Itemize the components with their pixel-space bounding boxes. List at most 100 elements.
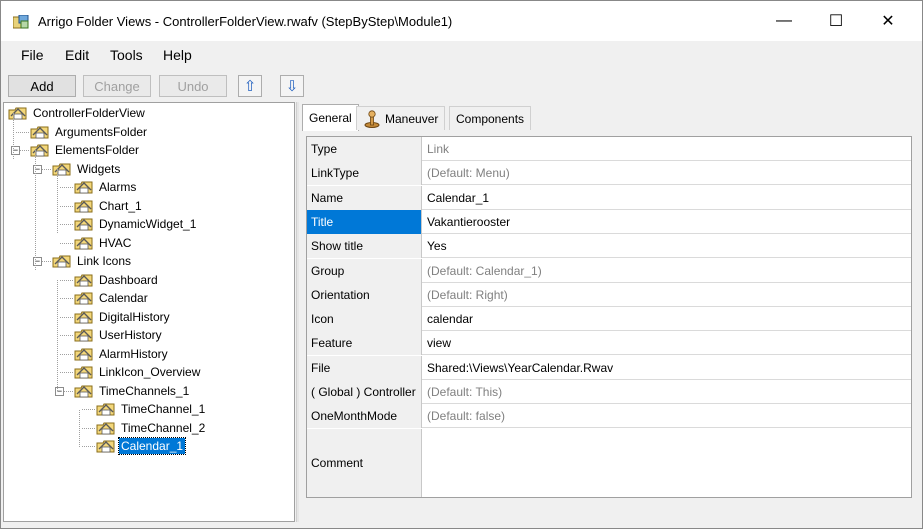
tree-item[interactable]: AlarmHistory xyxy=(74,345,170,363)
tab-maneuver-label: Maneuver xyxy=(385,111,439,126)
tree-item[interactable]: Calendar_1 xyxy=(96,437,187,455)
tree-connector xyxy=(82,409,95,410)
menu-edit[interactable]: Edit xyxy=(65,47,89,63)
property-key: File xyxy=(307,355,422,380)
property-row[interactable]: Group (Default: Calendar_1) xyxy=(307,258,911,283)
property-grid[interactable]: Type Link LinkType (Default: Menu) Name Calen… xyxy=(306,136,912,498)
folder-view-icon xyxy=(74,181,93,194)
move-down-button[interactable]: ⇩ xyxy=(280,75,304,97)
pane-splitter[interactable] xyxy=(296,102,299,522)
menu-bar: File Edit Tools Help xyxy=(1,41,922,69)
folder-view-icon xyxy=(8,107,27,120)
property-value[interactable]: Yes xyxy=(425,234,447,258)
property-key: Comment xyxy=(307,429,422,497)
tree-item[interactable]: UserHistory xyxy=(74,326,164,344)
tree-item-label: TimeChannel_1 xyxy=(121,402,206,416)
property-key: LinkType xyxy=(307,161,422,186)
tree-item[interactable]: DynamicWidget_1 xyxy=(74,215,198,233)
tree-connector xyxy=(60,279,73,281)
tree-item[interactable]: TimeChannel_2 xyxy=(96,419,207,437)
undo-button[interactable]: Undo xyxy=(159,75,227,97)
tab-maneuver[interactable]: Maneuver xyxy=(356,106,446,130)
property-value[interactable]: (Default: Right) xyxy=(425,283,508,307)
property-row[interactable]: Icon calendar xyxy=(307,307,911,332)
property-row[interactable]: Show title Yes xyxy=(307,234,911,259)
tree-item[interactable]: ArgumentsFolder xyxy=(30,123,149,141)
folder-view-icon xyxy=(96,440,115,453)
property-value[interactable] xyxy=(425,429,427,453)
window-title: Arrigo Folder Views - ControllerFolderVi… xyxy=(38,14,453,29)
tab-components[interactable]: Components xyxy=(449,106,532,130)
tree-item-label: TimeChannel_2 xyxy=(121,420,206,435)
property-key: ( Global ) Controller xyxy=(307,380,422,404)
property-value[interactable]: Calendar_1 xyxy=(425,186,489,210)
property-value[interactable]: (Default: false) xyxy=(425,404,505,428)
arrow-up-icon: ⇧ xyxy=(243,78,257,95)
add-button[interactable]: Add xyxy=(8,75,76,97)
arrow-down-icon: ⇩ xyxy=(285,78,299,95)
property-row[interactable]: Orientation (Default: Right) xyxy=(307,282,911,307)
folder-tree[interactable]: ControllerFolderView ArgumentsFolder Eleme… xyxy=(3,102,295,522)
tree-connector xyxy=(82,446,95,447)
tree-item[interactable]: Alarms xyxy=(74,178,138,196)
tab-general[interactable]: General xyxy=(302,104,359,131)
tree-item[interactable]: Widgets xyxy=(52,160,122,178)
title-bar: Arrigo Folder Views - ControllerFolderVi… xyxy=(1,1,922,41)
tree-item[interactable]: Dashboard xyxy=(74,271,160,289)
property-row[interactable]: ( Global ) Controller (Default: This) xyxy=(307,380,911,404)
close-button[interactable]: ✕ xyxy=(865,1,911,41)
tree-item-label: UserHistory xyxy=(99,328,162,342)
property-row[interactable]: Type Link xyxy=(307,137,911,161)
property-value[interactable]: (Default: This) xyxy=(425,380,502,404)
tree-item[interactable]: ElementsFolder xyxy=(30,141,141,159)
tree-item[interactable]: DigitalHistory xyxy=(74,308,172,326)
menu-file[interactable]: File xyxy=(21,47,44,63)
property-row[interactable]: Name Calendar_1 xyxy=(307,185,911,210)
property-value[interactable]: Link xyxy=(425,137,449,161)
property-row[interactable]: OneMonthMode (Default: false) xyxy=(307,404,911,429)
tab-components-label: Components xyxy=(456,111,525,126)
folder-view-icon xyxy=(74,237,93,249)
maximize-button[interactable]: ☐ xyxy=(813,1,859,41)
tree-item[interactable]: Chart_1 xyxy=(74,197,144,215)
change-button[interactable]: Change xyxy=(83,75,151,97)
tree-item-label: Dashboard xyxy=(99,272,158,287)
property-key: Name xyxy=(307,185,422,210)
tree-item[interactable]: ControllerFolderView xyxy=(8,104,147,122)
tree-item[interactable]: TimeChannels_1 xyxy=(74,382,191,400)
tree-connector xyxy=(60,353,73,355)
tree-connector xyxy=(57,280,58,391)
property-value[interactable]: (Default: Calendar_1) xyxy=(425,259,542,283)
tree-item[interactable]: Link Icons xyxy=(52,252,133,270)
property-value[interactable]: calendar xyxy=(425,307,473,331)
tree-item-label: LinkIcon_Overview xyxy=(99,365,201,379)
property-row[interactable]: File Shared:\Views\YearCalendar.Rwav xyxy=(307,355,911,380)
folder-view-icon xyxy=(52,163,71,175)
property-value[interactable]: view xyxy=(425,331,451,355)
menu-help[interactable]: Help xyxy=(163,47,192,63)
move-up-button[interactable]: ⇧ xyxy=(238,75,262,97)
folder-view-icon xyxy=(74,366,93,379)
tree-connector xyxy=(60,372,73,373)
property-row[interactable]: Feature view xyxy=(307,331,911,356)
tree-item-label: AlarmHistory xyxy=(99,346,168,361)
tree-connector xyxy=(60,205,73,207)
property-key: Group xyxy=(307,258,422,283)
property-value[interactable]: Vakantierooster xyxy=(425,210,510,234)
tree-connector xyxy=(60,298,73,299)
property-value[interactable]: (Default: Menu) xyxy=(425,161,510,185)
tree-item-label: Alarms xyxy=(99,180,137,194)
tree-item[interactable]: LinkIcon_Overview xyxy=(74,363,202,381)
property-row[interactable]: LinkType (Default: Menu) xyxy=(307,161,911,186)
tree-item[interactable]: Calendar xyxy=(74,289,150,307)
property-key: Show title xyxy=(307,234,422,259)
property-row[interactable]: Title Vakantierooster xyxy=(307,209,911,234)
tree-item-label: Calendar_1 xyxy=(117,437,187,455)
property-row[interactable]: Comment xyxy=(307,429,911,497)
minimize-button[interactable]: — xyxy=(761,1,807,41)
menu-tools[interactable]: Tools xyxy=(110,47,143,63)
tree-item-label: DigitalHistory xyxy=(99,309,170,324)
tree-item[interactable]: TimeChannel_1 xyxy=(96,400,207,418)
tree-item[interactable]: HVAC xyxy=(74,234,133,252)
property-value[interactable]: Shared:\Views\YearCalendar.Rwav xyxy=(425,356,613,380)
